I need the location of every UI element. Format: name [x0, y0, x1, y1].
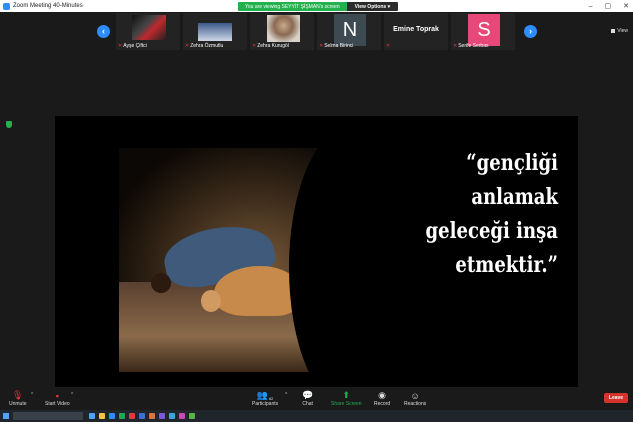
share-screen-icon: ⬆: [342, 390, 351, 400]
window-controls: – ▢ ✕: [589, 0, 629, 12]
window-title: Zoom Meeting 40-Minutes: [13, 3, 83, 9]
title-bar: Zoom Meeting 40-Minutes You are viewing …: [0, 0, 633, 12]
participants-icon: 👥 62: [256, 390, 274, 401]
mic-muted-icon: ✕: [386, 43, 391, 49]
participant-video: [267, 15, 300, 42]
mic-muted-icon: ✕: [453, 43, 458, 49]
close-button[interactable]: ✕: [623, 2, 629, 10]
participants-options-chevron-icon[interactable]: ^: [285, 392, 287, 398]
participant-tile[interactable]: ✕ Zehra Kurugöl: [250, 13, 314, 50]
participant-tile[interactable]: N ✕ Selma Birinci: [317, 13, 381, 50]
video-off-icon: ▪: [55, 391, 59, 401]
participant-name: ✕ Zehra Kurugöl: [252, 43, 289, 49]
share-screen-button[interactable]: ⬆ Share Screen: [331, 390, 362, 407]
slide-quote: “gençliği anlamak geleceği inşa etmektir…: [353, 146, 558, 282]
taskbar-app-icon[interactable]: [99, 413, 105, 419]
shared-screen: “gençliği anlamak geleceği inşa etmektir…: [55, 116, 578, 387]
participant-name: ✕ Ayşe Çiftci: [118, 43, 147, 49]
participant-name: ✕ Zehra Özmutlu: [185, 43, 224, 49]
reactions-icon: ☺: [410, 391, 420, 401]
taskbar-app-icon[interactable]: [189, 413, 195, 419]
quote-line: etmektir.”: [455, 252, 558, 278]
quote-line: geleceği inşa: [425, 218, 558, 244]
taskbar-app-icon[interactable]: [109, 413, 115, 419]
prayer-photo: [119, 148, 369, 372]
mic-muted-icon: ✕: [185, 43, 190, 49]
participant-tile[interactable]: S ✕ Serife Serbas: [451, 13, 515, 50]
unmute-button[interactable]: 🎙 Unmute: [9, 390, 27, 407]
view-button[interactable]: View: [611, 28, 628, 34]
previous-page-arrow-icon[interactable]: ‹: [97, 25, 110, 38]
screen-share-banner: You are viewing SEYYİT ŞİŞMAN's screen V…: [238, 2, 399, 11]
mic-muted-icon: ✕: [252, 43, 257, 49]
participant-name: ✕: [386, 43, 390, 49]
record-icon: ◉: [378, 390, 386, 400]
participant-avatar: S: [468, 14, 500, 46]
view-grid-icon: [611, 29, 616, 33]
taskbar-search-box[interactable]: [13, 412, 83, 420]
reactions-button[interactable]: ☺ Reactions: [404, 390, 426, 407]
view-options-button[interactable]: View Options ▾: [346, 2, 399, 11]
windows-start-icon[interactable]: [3, 413, 9, 419]
quote-line: “gençliği: [466, 150, 558, 176]
taskbar-apps: [89, 413, 195, 419]
taskbar-app-icon[interactable]: [179, 413, 185, 419]
taskbar-app-icon[interactable]: [129, 413, 135, 419]
chat-icon: 💬: [302, 390, 314, 400]
taskbar-app-icon[interactable]: [169, 413, 175, 419]
participant-tile[interactable]: ✕ Ayşe Çiftci: [116, 13, 180, 50]
quote-line: anlamak: [471, 184, 558, 210]
next-page-arrow-icon[interactable]: ›: [524, 25, 537, 38]
mic-muted-icon: ✕: [319, 43, 324, 49]
taskbar-app-icon[interactable]: [89, 413, 95, 419]
audio-options-chevron-icon[interactable]: ^: [31, 392, 33, 398]
record-button[interactable]: ◉ Record: [374, 390, 390, 407]
video-options-chevron-icon[interactable]: ^: [71, 392, 73, 398]
leave-button[interactable]: Leave: [604, 393, 628, 403]
meeting-toolbar: 🎙 Unmute ^ ▪ Start Video ^ 👥 62 Participa…: [0, 388, 633, 410]
mic-muted-icon: ✕: [118, 43, 123, 49]
microphone-muted-icon: 🎙: [12, 390, 24, 400]
maximize-button[interactable]: ▢: [605, 2, 612, 10]
minimize-button[interactable]: –: [589, 3, 593, 10]
taskbar-app-icon[interactable]: [149, 413, 155, 419]
participant-strip: ‹ ✕ Ayşe Çiftci ✕ Zehra Özmutlu ✕ Zehra Kur…: [0, 13, 633, 51]
start-video-button[interactable]: ▪ Start Video: [45, 390, 70, 407]
taskbar-app-icon[interactable]: [119, 413, 125, 419]
security-shield-icon[interactable]: [6, 121, 12, 128]
taskbar-app-icon[interactable]: [139, 413, 145, 419]
participant-name: ✕ Serife Serbas: [453, 43, 489, 49]
chat-button[interactable]: 💬 Chat: [302, 390, 313, 407]
zoom-app-icon: [3, 2, 10, 10]
participant-tile[interactable]: Emine Toprak ✕: [384, 13, 448, 50]
participant-name-large: Emine Toprak: [393, 26, 439, 33]
participant-tile[interactable]: ✕ Zehra Özmutlu: [183, 13, 247, 50]
participant-name: ✕ Selma Birinci: [319, 43, 354, 49]
os-taskbar: [0, 410, 633, 422]
participant-video: [198, 23, 232, 41]
participant-avatar: N: [334, 14, 366, 46]
participants-button[interactable]: 👥 62 Participants: [252, 390, 278, 407]
viewing-label: You are viewing SEYYİT ŞİŞMAN's screen: [238, 2, 347, 11]
taskbar-app-icon[interactable]: [159, 413, 165, 419]
participant-video: [132, 15, 166, 40]
